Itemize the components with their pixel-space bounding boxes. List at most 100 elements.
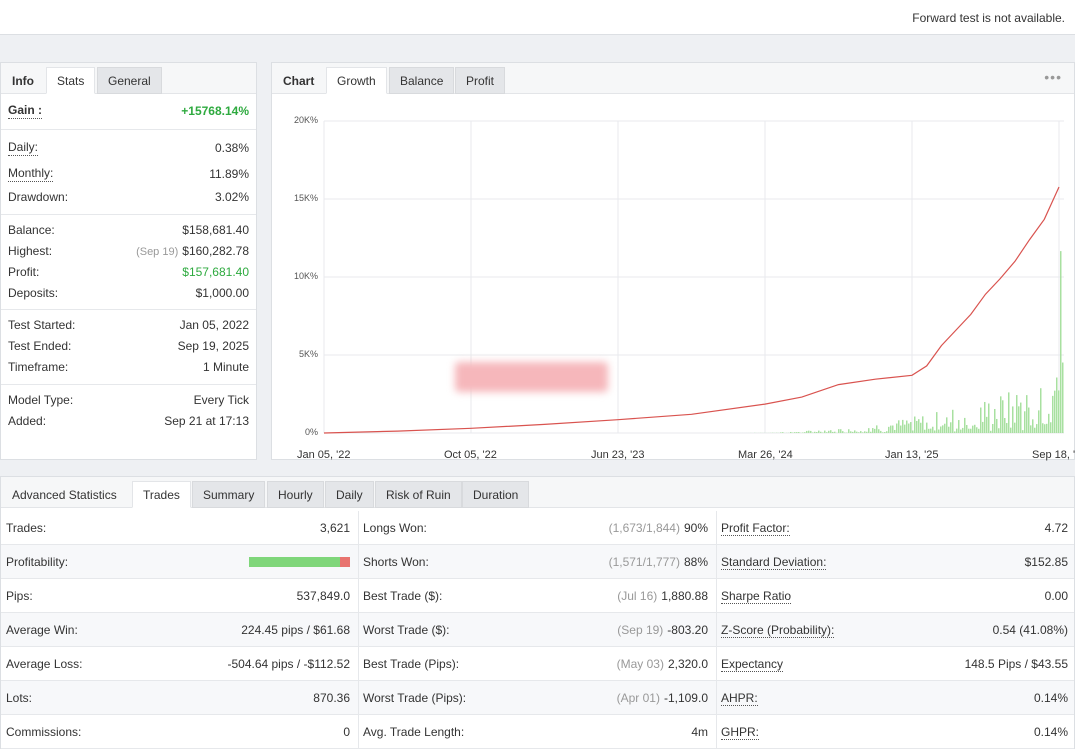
y-tick-label: 0% — [304, 427, 318, 437]
tab-advanced-statistics[interactable]: Advanced Statistics — [1, 481, 128, 508]
ended-row: Test Ended: Sep 19, 2025 — [8, 336, 249, 356]
profit-bar — [1056, 377, 1058, 433]
profit-bar — [900, 425, 902, 433]
more-dots-icon[interactable]: ••• — [1044, 69, 1062, 85]
stat-cell: Avg. Trade Length: 4m — [358, 715, 716, 749]
profit-bar — [932, 426, 934, 433]
stat-label[interactable]: Z-Score (Probability): — [721, 623, 835, 638]
stat-label: Commissions: — [6, 725, 82, 739]
profit-bar — [894, 429, 896, 433]
profit-bar — [1018, 406, 1020, 433]
gain-label[interactable]: Gain : — [8, 103, 43, 119]
tab-summary[interactable]: Summary — [192, 481, 266, 508]
x-tick-label: Jun 23, '23 — [591, 449, 645, 461]
stat-label: Lots: — [6, 691, 33, 705]
stat-label: Average Loss: — [6, 657, 83, 671]
tab-hourly[interactable]: Hourly — [267, 481, 324, 508]
y-tick-label: 15K% — [293, 193, 318, 203]
stat-label[interactable]: Sharpe Ratio — [721, 589, 792, 604]
profit-bar — [882, 432, 884, 433]
tab-profit[interactable]: Profit — [455, 67, 506, 94]
stat-label[interactable]: Profit Factor: — [721, 521, 790, 536]
profit-bar — [1042, 423, 1044, 433]
stat-label[interactable]: GHPR: — [721, 725, 760, 740]
stat-cell: Commissions: 0 — [1, 715, 358, 749]
profit-bar — [936, 412, 938, 433]
growth-line — [323, 186, 1060, 434]
profitability-win-fill — [249, 557, 340, 567]
profit-bar — [914, 416, 916, 433]
stat-label[interactable]: Expectancy — [721, 657, 784, 672]
profit-bar — [828, 430, 830, 433]
profit-bar — [896, 423, 898, 433]
stat-label: Worst Trade (Pips): — [363, 691, 467, 705]
table-row: Commissions: 0 Avg. Trade Length: 4m GHPR: 0.… — [1, 715, 1074, 749]
tab-trades[interactable]: Trades — [132, 481, 191, 508]
profit-bar — [1044, 424, 1046, 433]
profit-bar — [858, 432, 860, 433]
profit-bar — [1002, 400, 1004, 433]
tab-stats[interactable]: Stats — [46, 67, 96, 94]
stat-label: Trades: — [6, 521, 47, 535]
profit-bar — [940, 426, 942, 433]
profit-row: Profit: $157,681.40 — [8, 262, 249, 282]
stat-label[interactable]: Standard Deviation: — [721, 555, 827, 570]
profit-bar — [806, 430, 808, 433]
stat-value: 0.14% — [1033, 725, 1068, 739]
profit-bar — [928, 428, 930, 433]
tab-risk-of-ruin[interactable]: Risk of Ruin — [375, 481, 462, 508]
stat-value: 4m — [691, 725, 708, 739]
profit-bar — [1016, 395, 1018, 433]
stats-tabs: Info Stats General — [1, 63, 256, 94]
stat-label: Shorts Won: — [363, 555, 429, 569]
profit-bar — [934, 430, 936, 433]
profit-bar — [1052, 395, 1054, 433]
profit-bar — [990, 430, 992, 433]
tab-chart[interactable]: Chart — [272, 67, 325, 94]
stat-value: 870.36 — [313, 691, 350, 705]
stat-value: 537,849.0 — [296, 589, 350, 603]
profit-bar — [1020, 402, 1022, 433]
growth-chart — [323, 120, 1064, 434]
monthly-label[interactable]: Monthly: — [8, 166, 54, 182]
tab-duration[interactable]: Duration — [462, 481, 530, 508]
profit-bar — [794, 432, 796, 433]
stat-cell: Best Trade ($): (Jul 16) 1,880.88 — [358, 579, 716, 613]
stat-label[interactable]: AHPR: — [721, 691, 758, 706]
tab-balance[interactable]: Balance — [389, 67, 455, 94]
profit-bar — [826, 432, 828, 433]
stat-label: Profitability: — [6, 555, 69, 569]
tab-general[interactable]: General — [97, 67, 162, 94]
profit-bar — [1006, 422, 1008, 433]
profit-bar — [812, 432, 814, 433]
profit-bar — [992, 424, 994, 433]
added-value: Sep 21 at 17:13 — [164, 414, 249, 428]
profit-bar — [1040, 388, 1042, 433]
started-value: Jan 05, 2022 — [179, 318, 249, 332]
x-tick-label: Oct 05, '22 — [444, 449, 497, 461]
profit-bar — [780, 432, 782, 433]
profit-bar — [978, 428, 980, 433]
timeframe-label: Timeframe: — [8, 360, 69, 374]
tab-daily[interactable]: Daily — [325, 481, 374, 508]
balance-label: Balance: — [8, 223, 55, 237]
profit-bar — [920, 422, 922, 433]
profit-bar — [866, 431, 868, 433]
highest-value: $160,282.78 — [182, 244, 249, 258]
daily-label[interactable]: Daily: — [8, 140, 39, 156]
gain-value: +15768.14% — [181, 104, 249, 118]
tab-growth[interactable]: Growth — [326, 67, 387, 94]
table-row: Trades: 3,621 Longs Won: (1,673/1,844) 90% Pr… — [1, 511, 1074, 545]
stat-value: 0 — [343, 725, 350, 739]
tab-info[interactable]: Info — [1, 67, 45, 94]
profit-bar — [926, 422, 928, 433]
profit-bar — [808, 430, 810, 433]
profit-bar — [906, 420, 908, 433]
profit-bar — [948, 426, 950, 433]
profit-bar — [970, 428, 972, 433]
profit-bar — [912, 430, 914, 433]
profit-bar — [994, 408, 996, 433]
profit-bar — [804, 432, 806, 433]
profit-bar — [824, 430, 826, 433]
profit-bar — [954, 431, 956, 433]
